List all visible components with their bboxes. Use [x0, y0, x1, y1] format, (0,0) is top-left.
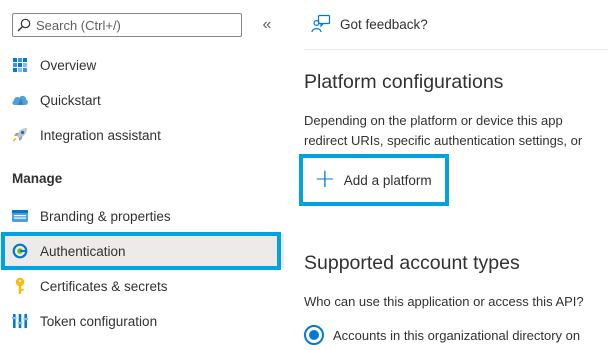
main-content: Got feedback? Platform configurations De… — [284, 0, 608, 350]
sidebar-item-label: Token configuration — [40, 313, 158, 329]
sidebar-item-label: Overview — [40, 57, 97, 73]
feedback-button[interactable]: Got feedback? — [311, 14, 428, 34]
rocket-icon — [11, 126, 29, 144]
sidebar-item-label: Integration assistant — [40, 127, 161, 143]
overview-grid-icon — [11, 56, 29, 74]
feedback-person-icon — [311, 14, 331, 34]
plus-icon: + — [314, 164, 336, 194]
radio-option-label: Accounts in this organizational director… — [333, 327, 581, 343]
sidebar-item-label: Branding & properties — [40, 208, 171, 224]
sidebar-section-manage: Manage — [12, 171, 63, 186]
sidebar-item-certificates[interactable]: Certificates & secrets — [0, 269, 284, 303]
sidebar-item-branding[interactable]: Branding & properties — [0, 199, 284, 233]
quickstart-cloud-icon — [11, 91, 29, 109]
sidebar-item-overview[interactable]: Overview — [0, 48, 284, 82]
token-bars-icon — [11, 312, 29, 330]
platform-description-line-1: Depending on the platform or device this… — [304, 113, 563, 128]
search-box[interactable] — [12, 13, 242, 37]
sidebar-item-label: Certificates & secrets — [40, 278, 168, 294]
sidebar-item-integration-assistant[interactable]: Integration assistant — [0, 118, 284, 152]
add-platform-button[interactable]: + Add a platform — [299, 154, 449, 206]
sidebar-item-label: Quickstart — [40, 92, 101, 108]
collapse-sidebar-button[interactable]: « — [258, 15, 276, 35]
supported-account-types-heading: Supported account types — [304, 252, 520, 274]
account-type-radio-option[interactable]: Accounts in this organizational director… — [304, 325, 580, 345]
toolbar-divider — [304, 49, 608, 50]
platform-description: Depending on the platform or device this… — [304, 111, 608, 151]
platform-description-line-2: redirect URIs, specific authentication s… — [304, 133, 583, 148]
authentication-icon — [11, 242, 29, 260]
double-chevron-left-icon: « — [262, 16, 272, 33]
account-types-question: Who can use this application or access t… — [304, 294, 584, 309]
sidebar-item-authentication[interactable]: Authentication — [0, 234, 284, 268]
radio-button-selected[interactable] — [304, 325, 324, 345]
sidebar-item-quickstart[interactable]: Quickstart — [0, 83, 284, 117]
search-input[interactable] — [36, 17, 226, 33]
sidebar-item-label: Authentication — [40, 243, 126, 259]
feedback-label: Got feedback? — [340, 16, 428, 32]
key-icon — [11, 277, 29, 295]
search-row: « — [12, 13, 282, 37]
search-icon — [17, 18, 31, 32]
add-platform-label: Add a platform — [343, 172, 432, 188]
radio-dot — [309, 330, 319, 340]
platform-configurations-heading: Platform configurations — [304, 71, 504, 93]
branding-icon — [11, 207, 29, 225]
sidebar-item-token-configuration[interactable]: Token configuration — [0, 304, 284, 338]
sidebar: « Overview Quickstar — [0, 0, 284, 350]
